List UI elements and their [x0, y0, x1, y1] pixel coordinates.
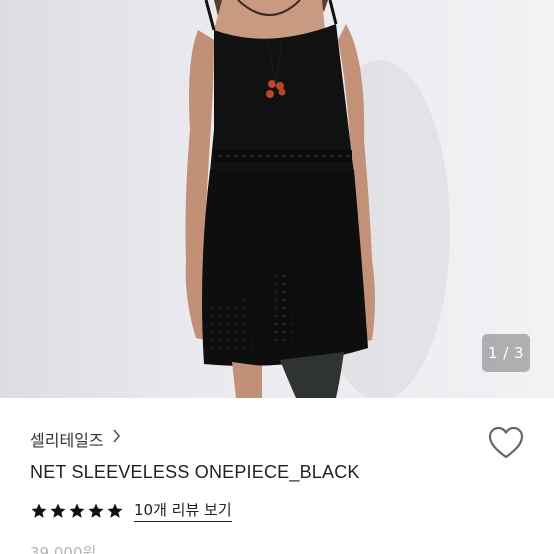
product-photo — [0, 0, 554, 398]
product-price: 39,000원 — [30, 544, 97, 554]
like-button[interactable] — [487, 425, 525, 461]
star-filled-icon — [88, 503, 104, 518]
review-link[interactable]: 10개 리뷰 보기 — [134, 499, 232, 522]
product-name: NET SLEEVELESS ONEPIECE_BLACK — [30, 462, 360, 482]
star-filled-icon — [31, 503, 47, 518]
product-image-gallery[interactable]: 1 / 3 — [0, 0, 554, 398]
star-filled-icon — [107, 503, 123, 518]
product-detail-page: 1 / 3 셀리테일즈 NET SLEEVELESS ONEPIECE_BLAC… — [0, 0, 554, 554]
chevron-right-icon — [112, 428, 121, 448]
image-counter-badge: 1 / 3 — [482, 334, 530, 372]
heart-outline-icon — [488, 426, 524, 459]
star-filled-icon — [69, 503, 85, 518]
brand-link[interactable]: 셀리테일즈 — [30, 427, 121, 451]
star-filled-icon — [50, 503, 66, 518]
brand-name: 셀리테일즈 — [30, 431, 104, 450]
rating-stars — [30, 502, 124, 520]
rating-row: 10개 리뷰 보기 — [30, 499, 232, 522]
